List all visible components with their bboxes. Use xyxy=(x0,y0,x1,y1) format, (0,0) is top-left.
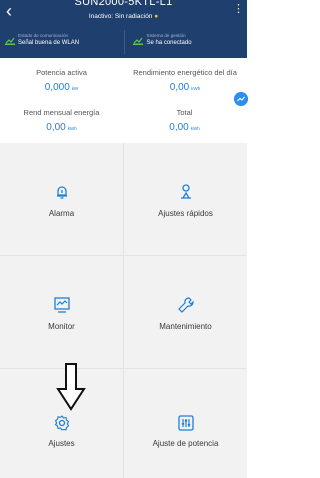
monthly-yield-unit: kWh xyxy=(67,126,77,131)
monitor-icon xyxy=(53,297,70,313)
chart-float-button[interactable] xyxy=(234,92,248,106)
management-value: Se ha conectado xyxy=(146,40,192,46)
device-title: SUN2000-5KTL-L1 xyxy=(74,0,173,8)
sliders-icon xyxy=(177,415,194,431)
daily-yield-stat: Rendimiento energético del día 0,00 kWh xyxy=(123,68,247,93)
settings-label: Ajustes xyxy=(48,439,75,448)
alarm-tile[interactable]: Alarma xyxy=(0,143,123,255)
maintenance-label: Mantenimiento xyxy=(159,322,212,331)
total-yield-unit: kWh xyxy=(190,126,200,131)
quick-settings-tile[interactable]: Ajustes rápidos xyxy=(124,143,247,255)
wrench-icon xyxy=(177,297,194,313)
wlan-signal-icon xyxy=(5,37,15,45)
monthly-yield-value: 0,00 xyxy=(46,122,66,133)
total-yield-value: 0,00 xyxy=(169,122,189,133)
quick-settings-label: Ajustes rápidos xyxy=(158,209,213,218)
device-status: Inactivo: Sin radiación ● xyxy=(0,13,247,20)
monitor-tile[interactable]: Monitor xyxy=(0,256,123,368)
status-dot-icon: ● xyxy=(154,13,159,20)
monitor-label: Monitor xyxy=(48,322,75,331)
maintenance-tile[interactable]: Mantenimiento xyxy=(124,256,247,368)
bell-icon xyxy=(56,186,67,199)
management-label: Sistema de gestión xyxy=(146,33,186,38)
more-menu-icon[interactable]: ⋮ xyxy=(233,2,244,15)
active-power-unit: kW xyxy=(71,86,79,91)
daily-yield-unit: kWh xyxy=(191,86,201,91)
monthly-yield-stat: Rend mensual energía 0,00 kWh xyxy=(0,108,123,133)
daily-yield-value: 0,00 xyxy=(169,82,190,93)
active-power-stat: Potencia activa 0,000 kW xyxy=(0,68,123,93)
device-status-text: Inactivo: Sin radiación xyxy=(88,13,153,20)
app-header: ‹ SUN2000-5KTL-L1 Inactivo: Sin radiació… xyxy=(0,0,247,58)
active-power-value-row: 0,000 kW xyxy=(0,82,123,93)
power-adjust-tile[interactable]: Ajuste de potencia xyxy=(124,369,247,478)
total-yield-stat: Total 0,00 kWh xyxy=(123,108,246,133)
communication-value: Señal buena de WLAN xyxy=(18,40,80,46)
alarm-label: Alarma xyxy=(48,209,75,218)
power-adjust-label: Ajuste de potencia xyxy=(152,439,219,448)
active-power-value: 0,000 xyxy=(44,82,70,93)
total-yield-value-row: 0,00 kWh xyxy=(123,122,246,133)
monthly-yield-label: Rend mensual energía xyxy=(23,108,100,117)
status-bar: Estado de comunicación Señal buena de WL… xyxy=(0,30,247,54)
gear-icon xyxy=(54,415,69,431)
quick-settings-icon xyxy=(180,184,191,199)
communication-status: Estado de comunicación Señal buena de WL… xyxy=(0,30,124,54)
energy-stats: Potencia activa 0,000 kW Rendimiento ener… xyxy=(0,58,247,143)
total-yield-label: Total xyxy=(176,108,193,117)
daily-yield-label: Rendimiento energético del día xyxy=(133,68,237,77)
daily-yield-value-row: 0,00 kWh xyxy=(123,82,247,93)
down-arrow-icon xyxy=(56,363,86,411)
active-power-label: Potencia activa xyxy=(36,68,87,77)
communication-label: Estado de comunicación xyxy=(18,33,69,38)
management-status: Sistema de gestión Se ha conectado xyxy=(123,30,248,54)
management-system-icon xyxy=(132,37,143,45)
monthly-yield-value-row: 0,00 kWh xyxy=(0,122,123,133)
